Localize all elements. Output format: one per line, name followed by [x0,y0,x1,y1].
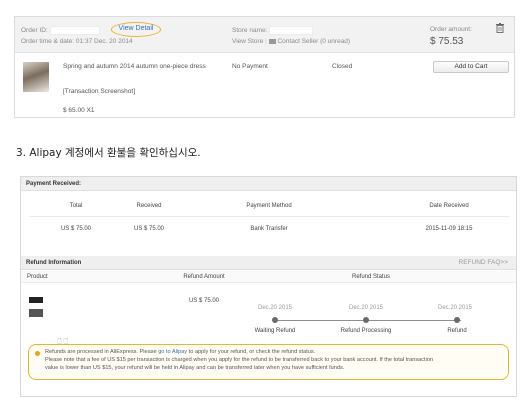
order-header: Order ID: Order time & date: 01:37 Dec. … [15,17,514,53]
step3-dot [454,317,460,323]
payment-method: Bank Transfer [250,226,288,232]
trash-icon[interactable] [496,23,504,33]
separator: | [265,38,267,45]
step3-date: Dec.20 2015 [437,305,473,311]
order-amount-label: Order amount: [430,26,472,33]
col-payment-method: Payment Method [246,203,292,209]
col-date-received: Date Received [429,203,469,209]
store-name-label: Store name: [232,27,268,35]
col-product: Product [27,274,48,280]
step1-date: Dec.20 2015 [257,305,293,311]
col-refund-amount: Refund Amount [183,274,225,280]
instruction-text: 3. Alipay 계정에서 환불을 확인하십시오. [16,147,201,159]
refund-info-title: Refund Information [26,260,82,266]
payment-status: No Payment [232,63,268,70]
order-id-label: Order ID: [21,27,48,35]
payment-received-title: Payment Received: [21,177,516,191]
refund-amount: US $ 75.00 [188,298,220,304]
refund-info-header: Refund Information REFUND FAQ>> [21,256,516,270]
refund-faq-link[interactable]: REFUND FAQ>> [459,256,508,270]
note-text-1a: Refunds are processed in AliExpress. Ple… [45,349,159,355]
step2-dot [363,317,369,323]
col-refund-status: Refund Status [351,274,391,280]
view-detail-link[interactable]: View Detail [111,22,161,37]
payment-received: US $ 75.00 [133,226,165,232]
order-time-value: 01:37 Dec. 20 2014 [75,38,133,45]
product-image-2[interactable] [29,309,43,317]
contact-seller-link[interactable]: Contact Seller (0 unread) [277,38,350,45]
col-received: Received [136,203,162,209]
refund-note: Refunds are processed in AliExpress. Ple… [28,344,509,380]
info-icon [35,351,40,356]
step2-date: Dec.20 2015 [348,305,384,311]
refund-progress-line [277,320,461,321]
order-amount-value: $ 75.53 [430,36,464,47]
note-text-1b: to apply for your refund, or check the r… [187,349,316,355]
col-total: Total [69,203,83,209]
note-text-2: Please note that a fee of US $15 per tra… [45,357,434,363]
product-title-link[interactable]: Spring and autumn 2014 autumn one-piece … [63,63,206,70]
product-price: $ 65.00 X1 [63,107,95,114]
go-to-alipay-link[interactable]: go to Alipay [158,349,187,355]
store-name-redacted [269,26,314,35]
order-time-label: Order time & date: [21,38,75,45]
step3-label: Refund [447,328,467,334]
refund-table-header [21,271,516,283]
transaction-screenshot-link[interactable]: [Transaction Screenshot] [63,88,135,95]
view-store-link[interactable]: View Store [232,38,263,45]
order-status: Closed [332,63,353,70]
order-body: Spring and autumn 2014 autumn one-piece … [15,53,514,117]
step2-label: Refund Processing [340,328,392,334]
step1-dot [272,317,278,323]
divider [29,216,509,217]
note-text-3: value is lower than US $15, your refund … [45,365,345,371]
mail-icon [268,38,276,44]
order-card: Order ID: Order time & date: 01:37 Dec. … [14,16,515,118]
product-thumbnail[interactable] [23,62,49,92]
product-image[interactable] [29,297,43,303]
refund-card: Payment Received: Total Received Payment… [20,176,517,397]
payment-date: 2015-11-09 18:15 [425,226,473,232]
add-to-cart-button[interactable]: Add to Cart [433,61,509,73]
step1-label: Waiting Refund [254,328,296,334]
order-id-redacted [49,26,100,35]
payment-total: US $ 75.00 [60,226,92,232]
